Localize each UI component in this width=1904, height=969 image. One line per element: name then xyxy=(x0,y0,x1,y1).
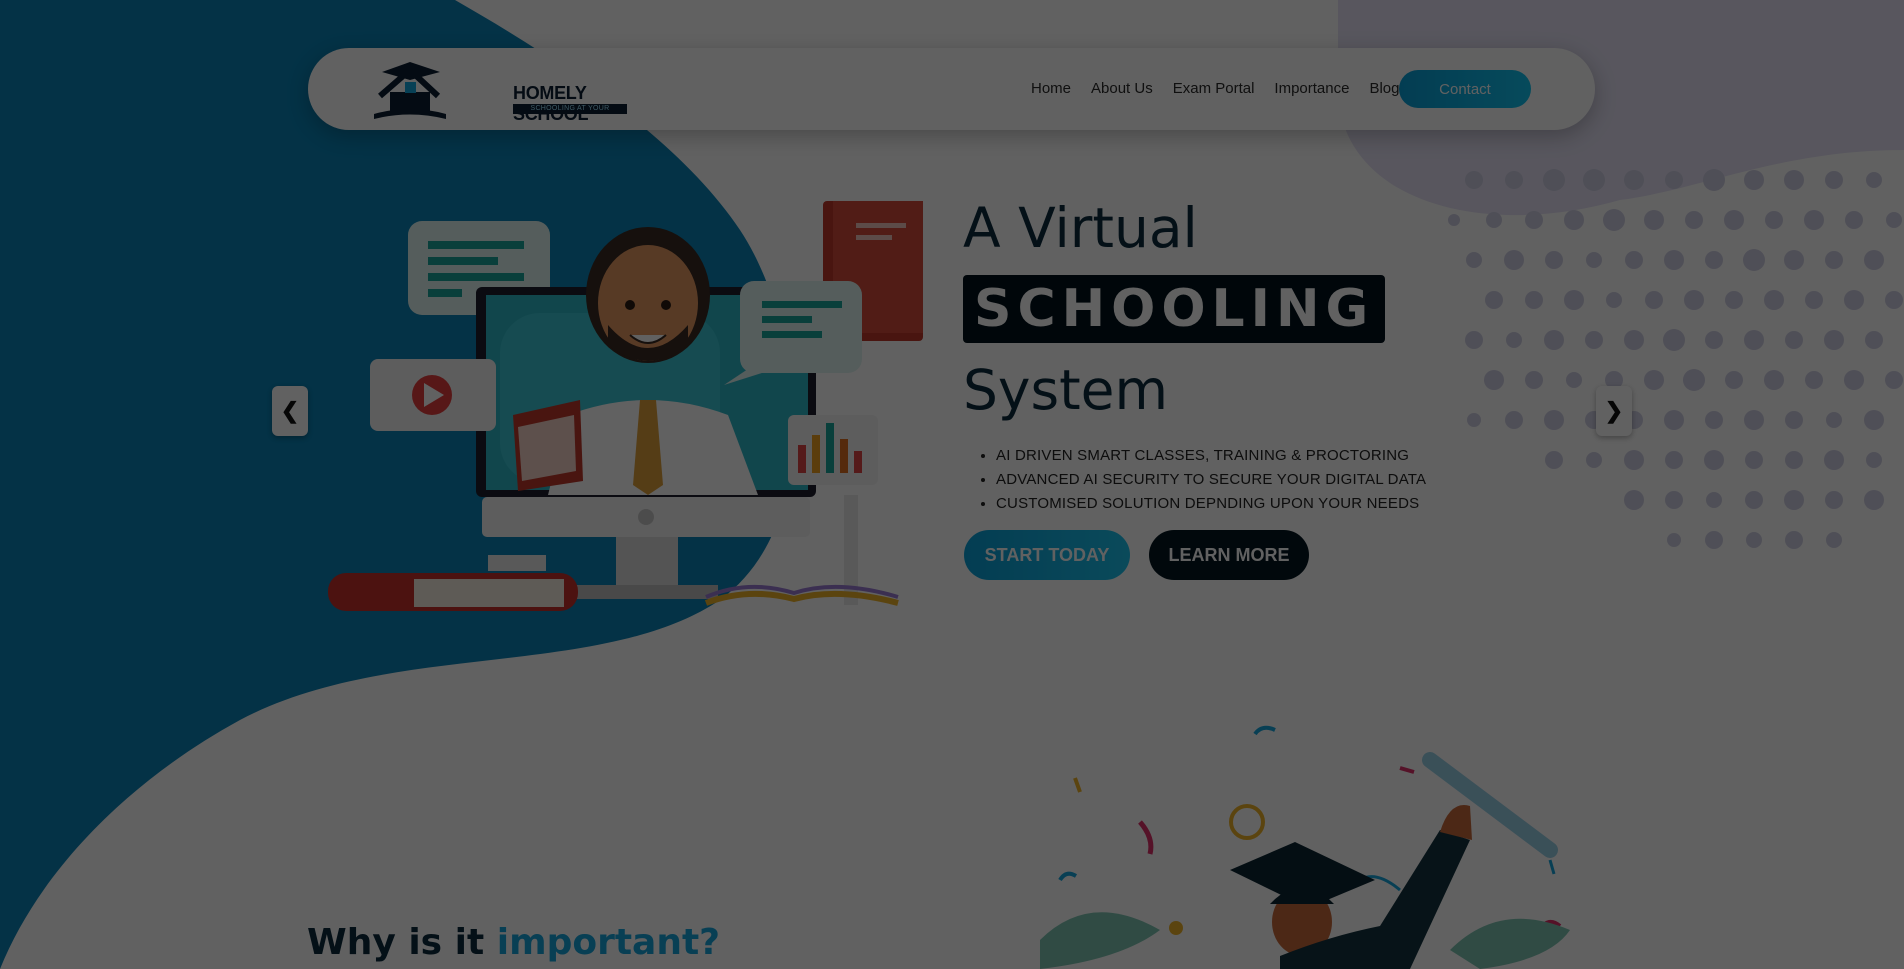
section-title: Why is it important? xyxy=(307,922,720,963)
graduate-illustration xyxy=(1040,725,1570,969)
nav-link-about-us[interactable]: About Us xyxy=(1091,80,1153,97)
start-today-button[interactable]: START TODAY xyxy=(964,530,1130,580)
chevron-right-icon: ❯ xyxy=(1604,398,1624,423)
nav-links: Home About Us Exam Portal Importance Blo… xyxy=(1031,80,1407,97)
logo[interactable]: HOMELY SCHOOL SCHOOLING AT YOUR DOORSTEP xyxy=(370,56,627,124)
hero-title-line3: System xyxy=(963,358,1169,422)
section-title-prefix: Why is it xyxy=(307,922,485,963)
nav-link-importance[interactable]: Importance xyxy=(1274,80,1349,97)
chevron-left-icon: ❮ xyxy=(280,398,300,423)
logo-tagline: SCHOOLING AT YOUR DOORSTEP xyxy=(513,104,627,114)
teacher-illustration xyxy=(328,201,923,611)
hero-feature-item: ADVANCED AI SECURITY TO SECURE YOUR DIGI… xyxy=(996,468,1426,492)
hero-feature-item: CUSTOMISED SOLUTION DEPNDING UPON YOUR N… xyxy=(996,492,1426,516)
contact-button[interactable]: Contact xyxy=(1399,70,1531,108)
nav-link-exam-portal[interactable]: Exam Portal xyxy=(1173,80,1255,97)
page: HOMELY SCHOOL SCHOOLING AT YOUR DOORSTEP… xyxy=(0,0,1904,969)
carousel-next-button[interactable]: ❯ xyxy=(1596,386,1632,436)
hero-title-highlight: SCHOOLING xyxy=(963,275,1386,343)
nav-link-home[interactable]: Home xyxy=(1031,80,1071,97)
hero-feature-list: AI DRIVEN SMART CLASSES, TRAINING & PROC… xyxy=(974,444,1426,516)
navbar: HOMELY SCHOOL SCHOOLING AT YOUR DOORSTEP… xyxy=(308,48,1595,130)
dot-pattern xyxy=(1448,169,1903,549)
carousel-prev-button[interactable]: ❮ xyxy=(272,386,308,436)
section-title-accent: important? xyxy=(496,922,721,963)
hero-title-line1: A Virtual xyxy=(963,196,1198,260)
learn-more-button[interactable]: LEARN MORE xyxy=(1149,530,1309,580)
hero-feature-item: AI DRIVEN SMART CLASSES, TRAINING & PROC… xyxy=(996,444,1426,468)
